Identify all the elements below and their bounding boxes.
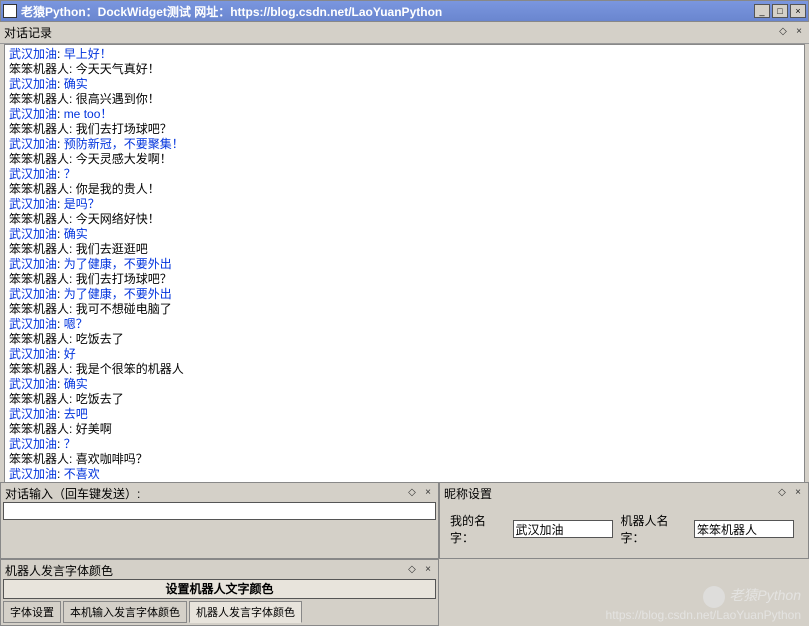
- chat-line: 笨笨机器人: 我们去逛逛吧: [9, 242, 800, 257]
- nickname-dock: 昵称设置 ◇ × 我的名字： 机器人名字：: [439, 482, 809, 559]
- window-titlebar: 老猿Python：DockWidget测试 网址：https://blog.cs…: [0, 0, 809, 22]
- dock-close-icon[interactable]: ×: [792, 488, 804, 500]
- dock-float-icon[interactable]: ◇: [406, 565, 418, 577]
- chat-line: 武汉加油: 去吧: [9, 407, 800, 422]
- chat-line: 武汉加油: 为了健康，不要外出: [9, 257, 800, 272]
- tab-font-settings[interactable]: 字体设置: [3, 601, 61, 623]
- my-name-input[interactable]: [513, 520, 613, 538]
- tab-bot-color[interactable]: 机器人发言字体颜色: [189, 601, 302, 623]
- chat-line: 武汉加油: ？: [9, 167, 800, 182]
- chat-log-label: 对话记录: [4, 24, 52, 41]
- chat-line: 武汉加油: 为了健康，不要外出: [9, 287, 800, 302]
- maximize-button[interactable]: □: [772, 4, 788, 18]
- dock-close-icon[interactable]: ×: [422, 565, 434, 577]
- color-dock: 机器人发言字体颜色 ◇ × 设置机器人文字颜色 字体设置 本机输入发言字体颜色 …: [0, 559, 439, 626]
- chat-line: 笨笨机器人: 今天天气真好！: [9, 62, 800, 77]
- chat-line: 笨笨机器人: 我们去打场球吧？: [9, 122, 800, 137]
- tab-bar: 字体设置 本机输入发言字体颜色 机器人发言字体颜色: [3, 601, 436, 623]
- set-color-button[interactable]: 设置机器人文字颜色: [3, 579, 436, 599]
- window-title: 老猿Python：DockWidget测试 网址：https://blog.cs…: [21, 3, 754, 20]
- chat-line: 武汉加油: 是吗？: [9, 197, 800, 212]
- chat-log-area[interactable]: 武汉加油: 早上好！笨笨机器人: 今天天气真好！武汉加油: 确实笨笨机器人: 很…: [4, 44, 805, 519]
- message-input[interactable]: [3, 502, 436, 520]
- dock-float-icon[interactable]: ◇: [406, 488, 418, 500]
- chat-line: 武汉加油: me too！: [9, 107, 800, 122]
- chat-line: 笨笨机器人: 吃饭去了: [9, 392, 800, 407]
- tab-user-color[interactable]: 本机输入发言字体颜色: [63, 601, 187, 623]
- chat-line: 武汉加油: 嗯？: [9, 317, 800, 332]
- color-dock-label: 机器人发言字体颜色: [5, 562, 113, 579]
- chat-line: 武汉加油: 确实: [9, 77, 800, 92]
- chat-line: 武汉加油: 好: [9, 347, 800, 362]
- input-dock-label: 对话输入（回车键发送）:: [5, 485, 140, 502]
- chat-line: 笨笨机器人: 今天网络好快！: [9, 212, 800, 227]
- dock-float-icon[interactable]: ◇: [776, 488, 788, 500]
- chat-line: 笨笨机器人: 今天灵感大发啊！: [9, 152, 800, 167]
- chat-line: 武汉加油: 早上好！: [9, 47, 800, 62]
- bot-name-label: 机器人名字：: [621, 512, 686, 546]
- chat-line: 武汉加油: ？: [9, 437, 800, 452]
- dock-close-icon[interactable]: ×: [422, 488, 434, 500]
- dock-close-icon[interactable]: ×: [793, 27, 805, 39]
- chat-line: 笨笨机器人: 我是个很笨的机器人: [9, 362, 800, 377]
- chat-line: 笨笨机器人: 我可不想碰电脑了: [9, 302, 800, 317]
- chat-line: 笨笨机器人: 喜欢咖啡吗？: [9, 452, 800, 467]
- chat-line: 武汉加油: 确实: [9, 377, 800, 392]
- close-button[interactable]: ×: [790, 4, 806, 18]
- chat-line: 武汉加油: 确实: [9, 227, 800, 242]
- chat-line: 笨笨机器人: 吃饭去了: [9, 332, 800, 347]
- chat-line: 笨笨机器人: 很高兴遇到你！: [9, 92, 800, 107]
- chat-line: 武汉加油: 预防新冠，不要聚集！: [9, 137, 800, 152]
- dock-float-icon[interactable]: ◇: [777, 27, 789, 39]
- my-name-label: 我的名字：: [450, 512, 505, 546]
- minimize-button[interactable]: _: [754, 4, 770, 18]
- chat-line: 笨笨机器人: 好美啊: [9, 422, 800, 437]
- chat-log-dock-header: 对话记录 ◇ ×: [0, 22, 809, 44]
- chat-line: 笨笨机器人: 我们去打场球吧？: [9, 272, 800, 287]
- app-icon: [3, 4, 17, 18]
- bot-name-input[interactable]: [694, 520, 794, 538]
- chat-line: 武汉加油: 不喜欢: [9, 467, 800, 482]
- chat-line: 笨笨机器人: 你是我的贵人！: [9, 182, 800, 197]
- input-dock: 对话输入（回车键发送）: ◇ ×: [0, 482, 439, 559]
- nickname-dock-label: 昵称设置: [444, 485, 492, 502]
